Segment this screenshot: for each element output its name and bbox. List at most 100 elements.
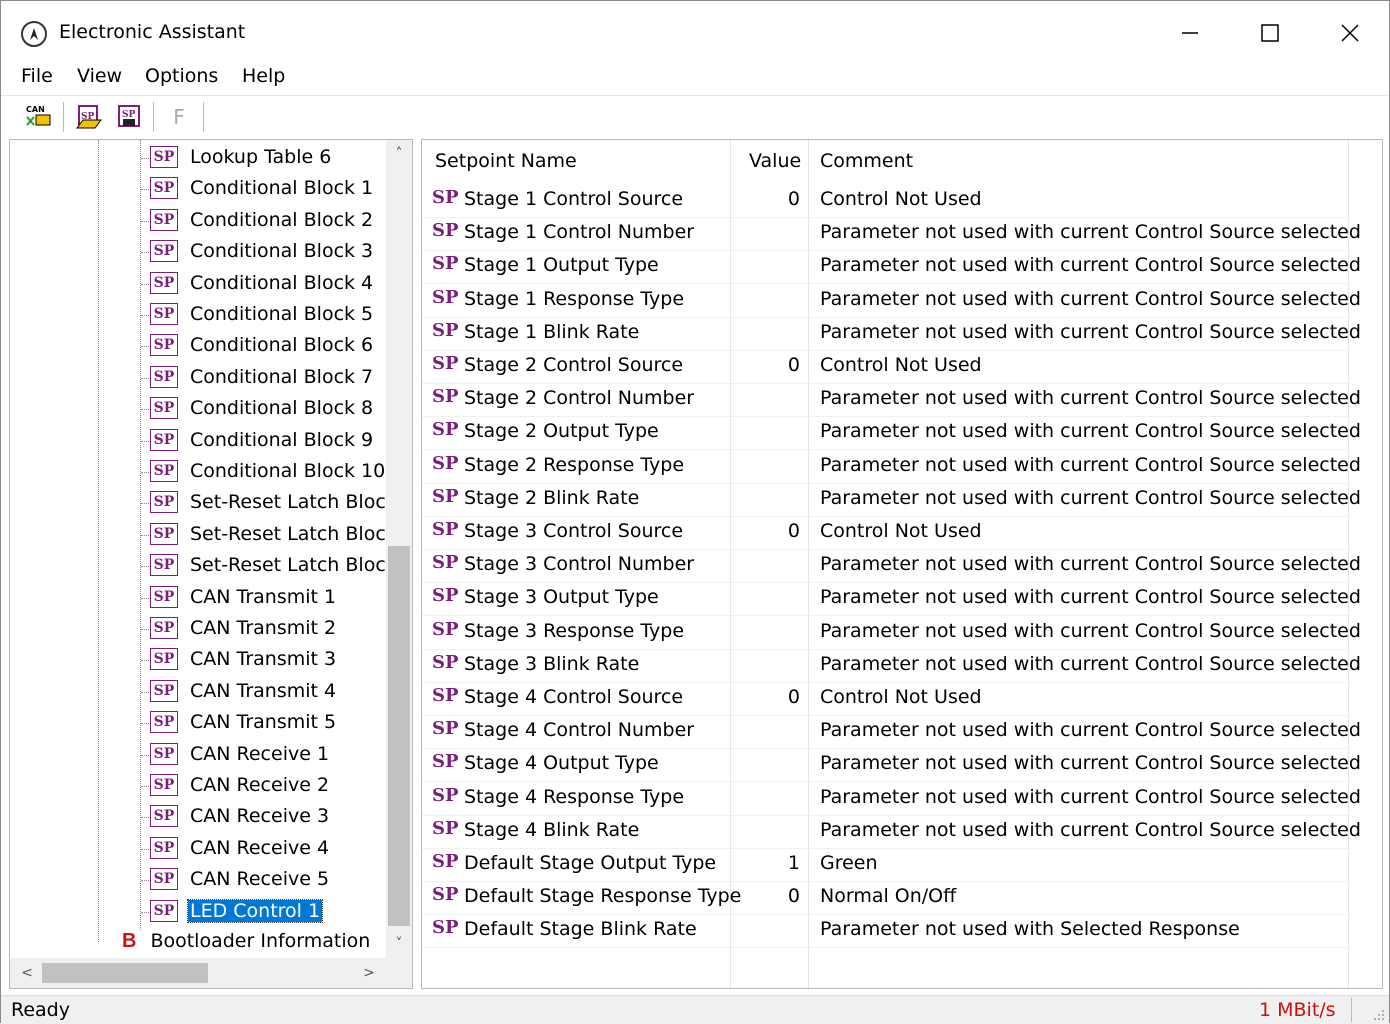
- tree-item[interactable]: SP CAN Transmit 4: [150, 676, 338, 706]
- setpoint-icon: SP: [432, 618, 459, 640]
- tree-item[interactable]: SP Conditional Block 9: [150, 425, 375, 455]
- scroll-thumb[interactable]: [388, 546, 410, 926]
- setpoint-value: 0: [787, 188, 800, 210]
- tree-item[interactable]: SP CAN Receive 3: [150, 801, 331, 831]
- toolbar-separator: [153, 102, 154, 132]
- scroll-right-icon[interactable]: >: [356, 961, 382, 985]
- tree-item[interactable]: SP Conditional Block 10: [150, 456, 387, 486]
- menu-help[interactable]: Help: [238, 65, 289, 87]
- setpoint-row[interactable]: SP Stage 4 Blink Rate Parameter not used w…: [422, 815, 1361, 849]
- open-setpoint-file-icon[interactable]: SP: [73, 102, 105, 132]
- setpoint-row[interactable]: SP Default Stage Response Type 0 Normal On/…: [422, 881, 1350, 916]
- tree-horizontal-scrollbar[interactable]: < >: [10, 958, 388, 988]
- tree-item[interactable]: SP CAN Receive 5: [150, 864, 331, 894]
- tree-item[interactable]: SP CAN Transmit 3: [150, 644, 338, 674]
- setpoint-row[interactable]: SP Stage 2 Control Number Parameter not us…: [422, 383, 1361, 418]
- setpoint-row[interactable]: SP Stage 1 Output Type Parameter not used …: [422, 250, 1361, 285]
- tree-item[interactable]: SP CAN Receive 2: [150, 770, 331, 800]
- menu-options[interactable]: Options: [141, 65, 222, 87]
- setpoint-row[interactable]: SP Stage 1 Blink Rate Parameter not used w…: [422, 317, 1361, 351]
- maximize-button[interactable]: [1239, 9, 1301, 57]
- resize-grip-icon[interactable]: [1373, 1009, 1385, 1021]
- setpoint-icon: SP: [150, 334, 178, 357]
- tree-item-bootloader[interactable]: B Bootloader Information: [98, 926, 370, 956]
- tree-item[interactable]: SP CAN Receive 4: [150, 833, 331, 863]
- scroll-down-icon[interactable]: ˅: [386, 932, 412, 956]
- setpoint-icon: SP: [150, 208, 178, 231]
- setpoint-comment: Control Not Used: [820, 188, 982, 210]
- tree-vertical-scrollbar[interactable]: ˄ ˅: [386, 140, 412, 960]
- setpoint-icon: SP: [432, 817, 459, 839]
- setpoint-row[interactable]: SP Stage 2 Output Type Parameter not used …: [422, 416, 1361, 451]
- app-window: Electronic Assistant File View Options H…: [0, 0, 1390, 1024]
- setpoint-row[interactable]: SP Default Stage Blink Rate Parameter not …: [422, 914, 1350, 949]
- toolbar-separator: [63, 102, 64, 132]
- setpoint-icon: SP: [150, 177, 178, 200]
- setpoint-icon: SP: [150, 240, 178, 263]
- setpoint-row[interactable]: SP Stage 2 Response Type Parameter not use…: [422, 450, 1361, 484]
- tree-item[interactable]: SP CAN Transmit 5: [150, 707, 338, 737]
- tree-item[interactable]: SP Conditional Block 7: [150, 362, 375, 392]
- column-header-comment[interactable]: Comment: [820, 150, 913, 172]
- title-bar: Electronic Assistant: [1, 1, 1389, 65]
- tree-item[interactable]: SP Set-Reset Latch Block: [150, 550, 399, 580]
- scroll-up-icon[interactable]: ˄: [386, 142, 412, 166]
- flash-button[interactable]: F: [163, 102, 195, 132]
- setpoint-comment: Parameter not used with current Control …: [820, 785, 1361, 808]
- setpoint-row[interactable]: SP Stage 4 Control Source 0 Control Not Use…: [422, 682, 1350, 716]
- setpoint-icon: SP: [150, 805, 178, 828]
- tree-item[interactable]: SP LED Control 1: [150, 896, 324, 926]
- column-header-name[interactable]: Setpoint Name: [435, 150, 577, 172]
- setpoint-comment: Control Not Used: [820, 520, 982, 542]
- tree-item[interactable]: SP Conditional Block 3: [150, 236, 375, 266]
- tree-item[interactable]: SP Conditional Block 2: [150, 205, 375, 235]
- menu-file[interactable]: File: [17, 65, 57, 87]
- scroll-left-icon[interactable]: <: [14, 961, 40, 985]
- tree-item[interactable]: SP Lookup Table 6: [150, 142, 333, 172]
- minimize-button[interactable]: [1159, 9, 1221, 57]
- setpoint-row[interactable]: SP Stage 2 Control Source 0 Control Not Use…: [422, 350, 1350, 384]
- tree-item-label: Set-Reset Latch Block: [190, 554, 397, 577]
- setpoint-row[interactable]: SP Default Stage Output Type 1 Green: [422, 848, 1350, 882]
- tree-item[interactable]: SP CAN Receive 1: [150, 739, 331, 769]
- setpoint-value: 0: [787, 885, 800, 908]
- setpoint-row[interactable]: SP Stage 1 Response Type Parameter not use…: [422, 284, 1361, 318]
- setpoint-name: Stage 4 Response Type: [464, 785, 685, 808]
- setpoint-row[interactable]: SP Stage 1 Control Source 0 Control Not Use…: [422, 184, 1350, 218]
- setpoint-icon: SP: [150, 491, 178, 514]
- setpoint-icon: SP: [432, 253, 459, 275]
- setpoint-row[interactable]: SP Stage 3 Blink Rate Parameter not used w…: [422, 649, 1361, 683]
- setpoint-value: 0: [787, 686, 800, 708]
- tree-item[interactable]: SP Conditional Block 1: [150, 173, 375, 203]
- scroll-thumb[interactable]: [42, 963, 208, 983]
- tree-item[interactable]: SP CAN Transmit 2: [150, 613, 338, 643]
- close-button[interactable]: [1319, 9, 1381, 57]
- setpoint-icon: SP: [150, 397, 178, 420]
- setpoint-row[interactable]: SP Stage 3 Response Type Parameter not use…: [422, 616, 1361, 650]
- can-connect-icon[interactable]: CAN: [23, 102, 55, 132]
- tree-item[interactable]: SP Conditional Block 4: [150, 268, 375, 298]
- tree-item[interactable]: SP CAN Transmit 1: [150, 582, 338, 612]
- tree-item[interactable]: SP Conditional Block 5: [150, 299, 375, 329]
- setpoint-row[interactable]: SP Stage 1 Control Number Parameter not us…: [422, 217, 1361, 252]
- setpoint-row[interactable]: SP Stage 4 Control Number Parameter not us…: [422, 715, 1361, 750]
- setpoint-row[interactable]: SP Stage 3 Output Type Parameter not used …: [422, 582, 1361, 617]
- setpoint-icon: SP: [432, 884, 459, 906]
- tree-item[interactable]: SP Conditional Block 8: [150, 393, 375, 423]
- tree-item[interactable]: SP Conditional Block 6: [150, 330, 375, 360]
- tree-item[interactable]: SP Set-Reset Latch Block: [150, 519, 399, 549]
- save-setpoint-file-icon[interactable]: SP: [113, 102, 145, 132]
- setpoint-icon: SP: [432, 187, 459, 208]
- setpoint-row[interactable]: SP Stage 4 Response Type Parameter not use…: [422, 782, 1361, 816]
- setpoint-icon: SP: [150, 460, 178, 482]
- setpoint-row[interactable]: SP Stage 3 Control Source 0 Control Not Use…: [422, 516, 1350, 550]
- menu-view[interactable]: View: [73, 65, 126, 87]
- setpoint-comment: Parameter not used with current Control …: [820, 486, 1361, 509]
- column-header-value[interactable]: Value: [749, 150, 801, 172]
- setpoint-comment: Green: [820, 852, 878, 874]
- tree-item[interactable]: SP Set-Reset Latch Block: [150, 487, 399, 517]
- setpoint-icon: SP: [432, 286, 459, 308]
- setpoint-row[interactable]: SP Stage 2 Blink Rate Parameter not used w…: [422, 483, 1361, 517]
- setpoint-row[interactable]: SP Stage 3 Control Number Parameter not us…: [422, 549, 1361, 584]
- setpoint-row[interactable]: SP Stage 4 Output Type Parameter not used …: [422, 748, 1361, 783]
